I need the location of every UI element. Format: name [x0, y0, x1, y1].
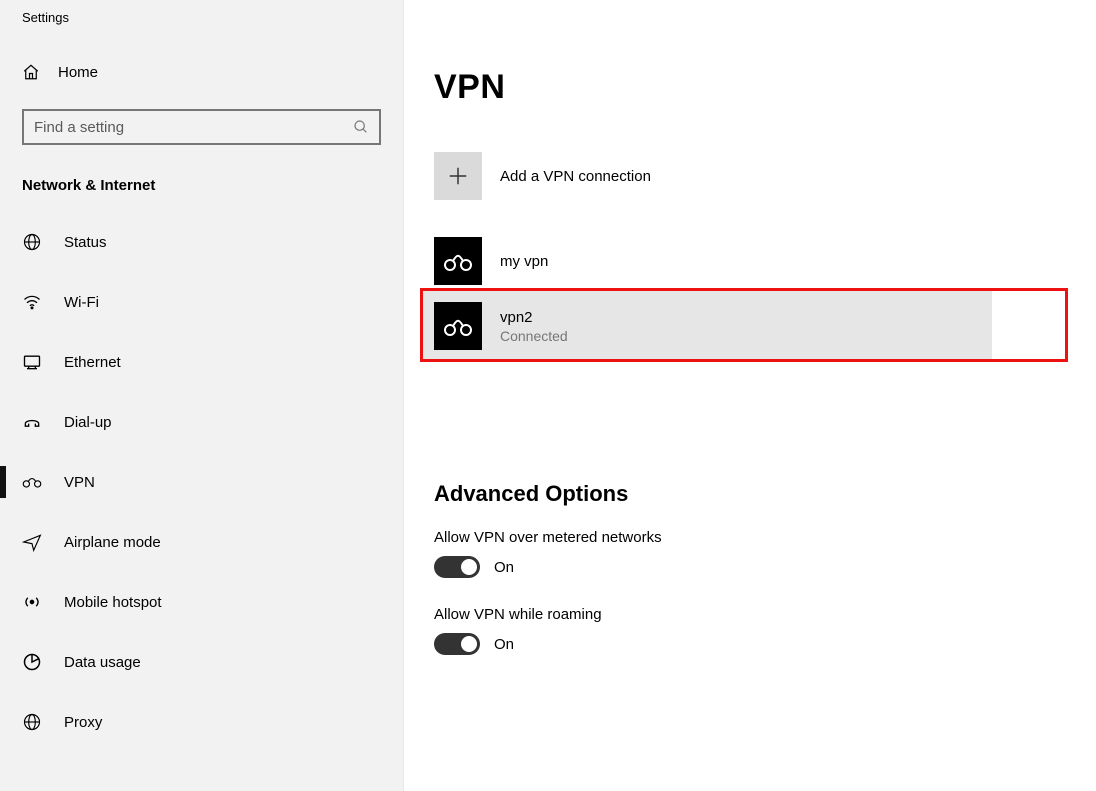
sidebar-item-label: Ethernet — [64, 354, 121, 371]
advanced-options-heading: Advanced Options — [434, 481, 1096, 507]
sidebar-category: Network & Internet — [0, 155, 403, 212]
datausage-icon — [22, 652, 42, 672]
sidebar-item-wifi[interactable]: Wi-Fi — [0, 272, 403, 332]
page-title: VPN — [434, 68, 1096, 107]
search-input[interactable]: Find a setting — [22, 109, 381, 145]
sidebar-item-status[interactable]: Status — [0, 212, 403, 272]
sidebar-home-label: Home — [58, 64, 98, 81]
active-marker — [0, 466, 6, 498]
dialup-icon — [22, 412, 42, 432]
sidebar-item-airplane[interactable]: Airplane mode — [0, 512, 403, 572]
plus-icon — [434, 152, 482, 200]
sidebar-item-proxy[interactable]: Proxy — [0, 692, 403, 752]
sidebar-item-label: Status — [64, 234, 107, 251]
option-metered: Allow VPN over metered networks On — [434, 529, 1096, 578]
ethernet-icon — [22, 352, 42, 372]
vpn-connection-item[interactable]: my vpn — [434, 231, 1096, 291]
sidebar-item-label: Proxy — [64, 714, 102, 731]
vpn-connection-item-selected[interactable]: vpn2 Connected — [434, 302, 568, 350]
add-vpn-button[interactable]: Add a VPN connection — [434, 147, 1096, 205]
airplane-icon — [22, 532, 42, 552]
toggle-state: On — [494, 636, 514, 653]
main-panel: VPN Add a VPN connection my vpn — [404, 0, 1096, 791]
proxy-icon — [22, 712, 42, 732]
vpn-icon — [22, 472, 42, 492]
sidebar-item-label: Airplane mode — [64, 534, 161, 551]
vpn-status: Connected — [500, 328, 568, 344]
sidebar-item-ethernet[interactable]: Ethernet — [0, 332, 403, 392]
wifi-icon — [22, 292, 42, 312]
vpn-name: my vpn — [500, 253, 548, 270]
sidebar-item-label: VPN — [64, 474, 95, 491]
toggle-state: On — [494, 559, 514, 576]
globe-icon — [22, 232, 42, 252]
toggle-roaming[interactable] — [434, 633, 480, 655]
sidebar-item-label: Mobile hotspot — [64, 594, 162, 611]
sidebar-item-hotspot[interactable]: Mobile hotspot — [0, 572, 403, 632]
sidebar-item-vpn[interactable]: VPN — [0, 452, 403, 512]
search-placeholder: Find a setting — [34, 119, 124, 136]
settings-sidebar: Settings Home Find a setting Network & I… — [0, 0, 404, 791]
toggle-metered[interactable] — [434, 556, 480, 578]
sidebar-item-label: Dial-up — [64, 414, 112, 431]
sidebar-item-datausage[interactable]: Data usage — [0, 632, 403, 692]
sidebar-item-label: Data usage — [64, 654, 141, 671]
sidebar-item-label: Wi-Fi — [64, 294, 99, 311]
home-icon — [22, 63, 40, 81]
option-label: Allow VPN while roaming — [434, 606, 1096, 623]
vpn-tile-icon — [434, 237, 482, 285]
option-roaming: Allow VPN while roaming On — [434, 606, 1096, 655]
window-title: Settings — [0, 10, 403, 53]
sidebar-home[interactable]: Home — [0, 53, 403, 91]
option-label: Allow VPN over metered networks — [434, 529, 1096, 546]
vpn-tile-icon — [434, 302, 482, 350]
add-vpn-label: Add a VPN connection — [500, 168, 651, 185]
search-icon — [353, 119, 369, 135]
sidebar-item-dialup[interactable]: Dial-up — [0, 392, 403, 452]
vpn-name: vpn2 — [500, 309, 568, 326]
hotspot-icon — [22, 592, 42, 612]
sidebar-nav: Status Wi-Fi Ethernet — [0, 212, 403, 752]
